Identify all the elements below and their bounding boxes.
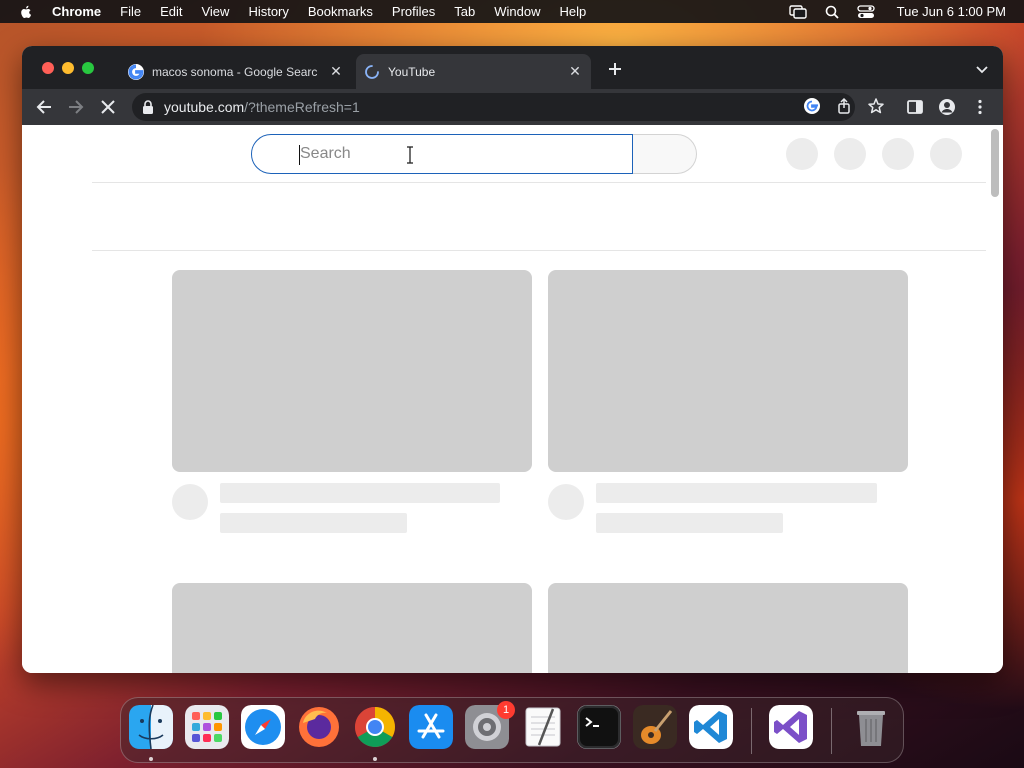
app-store-icon[interactable] — [409, 705, 453, 749]
video-meta-placeholder — [596, 513, 783, 533]
tab-title: macos sonoma - Google Searc — [152, 64, 318, 79]
channel-avatar-placeholder — [548, 484, 584, 520]
menu-bookmarks[interactable]: Bookmarks — [308, 4, 373, 19]
menu-help[interactable]: Help — [560, 4, 587, 19]
share-icon[interactable] — [835, 97, 853, 115]
lock-icon[interactable] — [142, 100, 154, 114]
visual-studio-icon[interactable] — [769, 705, 813, 749]
textedit-icon[interactable] — [521, 705, 565, 749]
notification-badge: 1 — [497, 701, 515, 719]
page-scrollbar[interactable] — [991, 129, 999, 197]
spotlight-search-icon[interactable] — [823, 4, 841, 20]
menu-edit[interactable]: Edit — [160, 4, 182, 19]
safari-icon[interactable] — [241, 705, 285, 749]
bookmark-star-icon[interactable] — [867, 97, 885, 115]
tab-google-search[interactable]: macos sonoma - Google Searc ✕ — [120, 54, 352, 89]
minimize-window-button[interactable] — [62, 62, 74, 74]
address-url: youtube.com/?themeRefresh=1 — [164, 99, 360, 115]
menubar-clock[interactable]: Tue Jun 6 1:00 PM — [897, 4, 1006, 19]
video-thumbnail-placeholder — [548, 583, 908, 673]
side-panel-icon[interactable] — [906, 98, 924, 116]
more-options-icon[interactable] — [971, 98, 989, 116]
forward-arrow-icon[interactable] — [67, 98, 85, 116]
chips-divider — [92, 250, 986, 251]
menu-file[interactable]: File — [120, 4, 141, 19]
video-thumbnail-placeholder — [548, 270, 908, 472]
firefox-icon[interactable] — [297, 705, 341, 749]
header-button-placeholder — [930, 138, 962, 170]
chrome-icon[interactable] — [353, 705, 397, 749]
browser-toolbar: youtube.com/?themeRefresh=1 — [22, 89, 1003, 125]
search-button[interactable] — [633, 134, 697, 174]
dock-separator — [831, 708, 832, 754]
terminal-icon[interactable] — [577, 705, 621, 749]
tab-youtube[interactable]: YouTube ✕ — [356, 54, 591, 89]
video-title-placeholder — [596, 483, 877, 503]
video-thumbnail-placeholder — [172, 583, 532, 673]
loading-spinner-icon — [365, 64, 379, 79]
tab-strip: macos sonoma - Google Searc ✕ YouTube ✕ — [22, 46, 1003, 89]
new-tab-plus-icon[interactable] — [607, 61, 623, 77]
search-box[interactable] — [251, 134, 633, 174]
menu-view[interactable]: View — [201, 4, 229, 19]
vscode-icon[interactable] — [689, 705, 733, 749]
text-cursor-icon — [407, 146, 413, 164]
back-arrow-icon[interactable] — [35, 98, 53, 116]
dock: 1 — [120, 697, 904, 763]
channel-avatar-placeholder — [172, 484, 208, 520]
header-divider — [92, 182, 986, 183]
web-page-content — [22, 125, 1003, 673]
header-button-placeholder — [882, 138, 914, 170]
stop-loading-icon[interactable] — [99, 98, 117, 116]
chrome-window: macos sonoma - Google Searc ✕ YouTube ✕ — [22, 46, 1003, 673]
finder-running-indicator — [149, 757, 153, 761]
tab-title: YouTube — [388, 64, 436, 79]
menu-history[interactable]: History — [248, 4, 288, 19]
close-window-button[interactable] — [42, 62, 54, 74]
header-button-placeholder — [786, 138, 818, 170]
launchpad-icon[interactable] — [185, 705, 229, 749]
screen-mirroring-icon[interactable] — [788, 4, 807, 20]
dock-separator — [751, 708, 752, 754]
search-input[interactable] — [300, 142, 600, 166]
menubar-status-area: Tue Jun 6 1:00 PM — [773, 0, 1006, 23]
chrome-running-indicator — [373, 757, 377, 761]
menu-window[interactable]: Window — [494, 4, 540, 19]
finder-icon[interactable] — [129, 705, 173, 749]
url-host: youtube.com — [164, 99, 245, 115]
fullscreen-window-button[interactable] — [82, 62, 94, 74]
close-tab-icon[interactable]: ✕ — [567, 63, 583, 80]
video-thumbnail-placeholder — [172, 270, 532, 472]
tab-search-chevron-icon[interactable] — [975, 65, 989, 75]
url-path: /?themeRefresh=1 — [244, 99, 360, 115]
video-title-placeholder — [220, 483, 500, 503]
profile-avatar-icon[interactable] — [938, 98, 956, 116]
garageband-icon[interactable] — [633, 705, 677, 749]
address-bar[interactable]: youtube.com/?themeRefresh=1 — [132, 93, 855, 121]
header-button-placeholder — [834, 138, 866, 170]
menu-tab[interactable]: Tab — [454, 4, 475, 19]
google-icon — [128, 63, 144, 80]
control-center-icon[interactable] — [856, 4, 875, 20]
menu-app-name[interactable]: Chrome — [52, 4, 101, 19]
apple-icon[interactable] — [18, 4, 34, 20]
close-tab-icon[interactable]: ✕ — [328, 63, 344, 80]
menu-bar: Chrome File Edit View History Bookmarks … — [0, 0, 1024, 23]
text-caret — [299, 145, 300, 165]
video-meta-placeholder — [220, 513, 407, 533]
google-lens-icon[interactable] — [803, 97, 821, 115]
menu-profiles[interactable]: Profiles — [392, 4, 435, 19]
trash-icon[interactable] — [849, 705, 893, 749]
